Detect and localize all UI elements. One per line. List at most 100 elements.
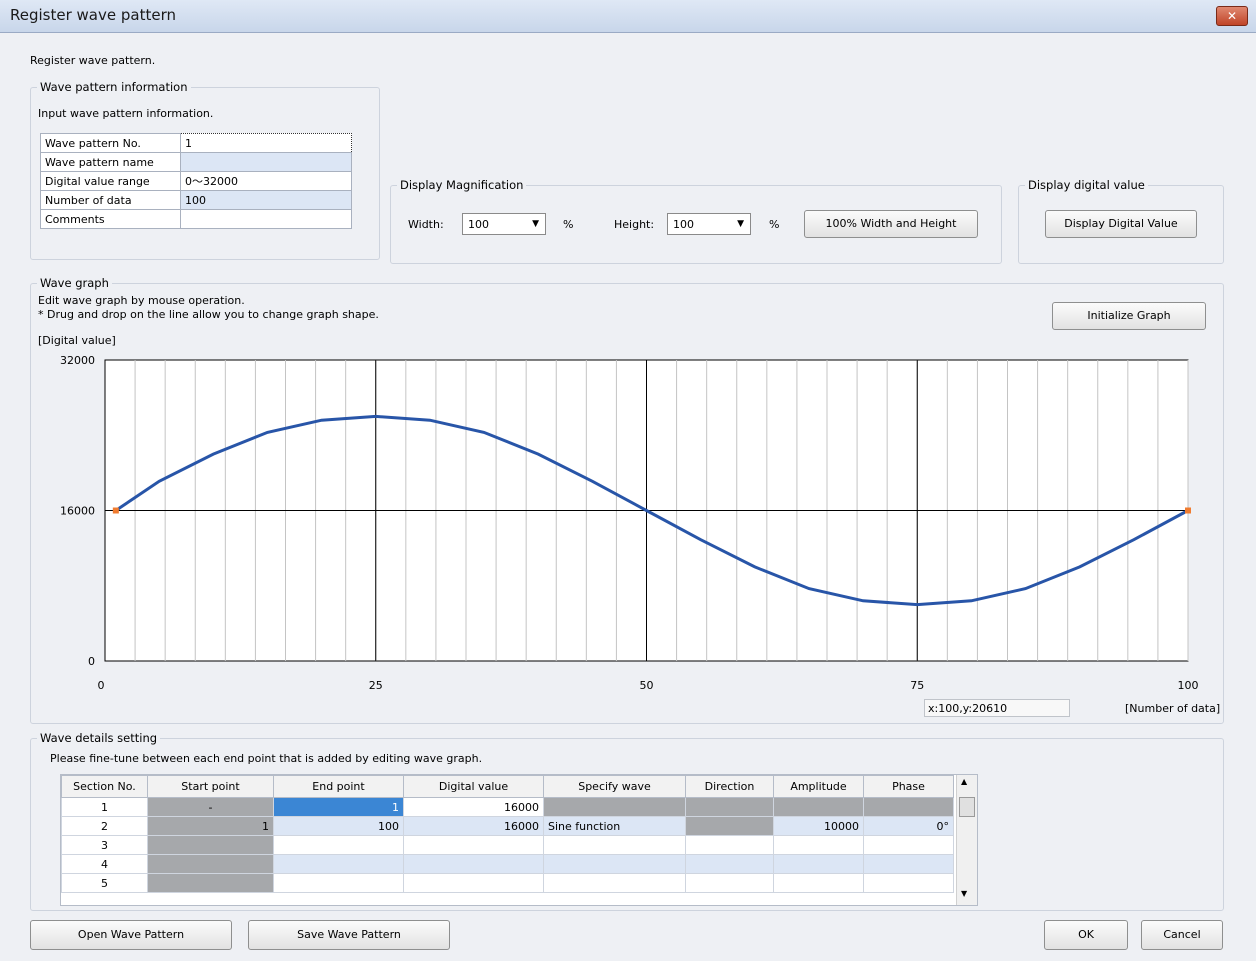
table-row[interactable]: 4 xyxy=(61,854,954,874)
column-header: Direction xyxy=(685,775,774,798)
cell-digital[interactable] xyxy=(403,873,544,893)
wave-pattern-number-field[interactable]: 1 xyxy=(180,133,352,153)
wave-info-legend: Wave pattern information xyxy=(40,80,188,94)
cell-end[interactable] xyxy=(273,854,404,874)
table-header: Section No. Start point End point Digital v… xyxy=(61,775,954,798)
cell-end[interactable] xyxy=(273,835,404,855)
cell-direction[interactable] xyxy=(685,797,774,817)
comments-field[interactable] xyxy=(180,209,352,229)
cell-digital[interactable]: 16000 xyxy=(403,816,544,836)
cell-phase[interactable] xyxy=(863,797,954,817)
width-value: 100 xyxy=(468,218,489,231)
column-header: End point xyxy=(273,775,404,798)
x-tick-label: 0 xyxy=(98,679,105,692)
cell-direction[interactable] xyxy=(685,854,774,874)
x-axis-label: [Number of data] xyxy=(1125,702,1221,715)
y-tick-label: 0 xyxy=(88,655,95,668)
ok-button[interactable]: OK xyxy=(1044,920,1128,950)
table-row[interactable]: 5 xyxy=(61,873,954,893)
initialize-graph-button[interactable]: Initialize Graph xyxy=(1052,302,1206,330)
cell-start[interactable]: 1 xyxy=(147,816,274,836)
close-icon: ✕ xyxy=(1226,9,1238,23)
info-row-comments: Comments xyxy=(40,209,352,229)
end-point-marker xyxy=(112,507,119,514)
scroll-up-icon[interactable]: ▲ xyxy=(961,777,967,786)
width-label: Width: xyxy=(408,218,444,231)
cell-digital[interactable] xyxy=(403,835,544,855)
info-row-name: Wave pattern name xyxy=(40,152,352,172)
width-select[interactable]: 100 ▼ xyxy=(462,213,546,235)
table-row[interactable]: 2 1 100 16000 Sine function 10000 0° xyxy=(61,816,954,836)
wave-details-description: Please fine-tune between each end point … xyxy=(50,752,483,765)
y-tick-label: 32000 xyxy=(60,354,95,367)
end-point-marker xyxy=(1185,507,1191,514)
info-row-range: Digital value range 0～32000 xyxy=(40,171,352,191)
wave-graph-description: Edit wave graph by mouse operation. xyxy=(38,294,245,307)
height-select[interactable]: 100 ▼ xyxy=(667,213,751,235)
scroll-down-icon[interactable]: ▼ xyxy=(961,889,967,898)
wave-graph-legend: Wave graph xyxy=(40,276,109,290)
cell-wave[interactable]: Sine function xyxy=(543,816,686,836)
cell-start[interactable] xyxy=(147,835,274,855)
wave-pattern-name-field[interactable] xyxy=(180,152,352,172)
column-header: Amplitude xyxy=(773,775,864,798)
cell-end[interactable]: 100 xyxy=(273,816,404,836)
table-row[interactable]: 1-1 16000 xyxy=(61,797,954,817)
height-value: 100 xyxy=(673,218,694,231)
cell-amplitude[interactable] xyxy=(773,797,864,817)
cell-direction[interactable] xyxy=(685,816,774,836)
cell-wave[interactable] xyxy=(543,797,686,817)
cell-amplitude[interactable] xyxy=(773,835,864,855)
save-wave-pattern-button[interactable]: Save Wave Pattern xyxy=(248,920,450,950)
cell-digital[interactable] xyxy=(403,854,544,874)
reset-magnification-button[interactable]: 100% Width and Height xyxy=(804,210,978,238)
cell-phase[interactable]: 0° xyxy=(863,816,954,836)
cell-direction[interactable] xyxy=(685,873,774,893)
table-row[interactable]: 3 xyxy=(61,835,954,855)
info-label: Wave pattern No. xyxy=(40,133,181,153)
x-tick-label: 25 xyxy=(369,679,383,692)
x-tick-label: 75 xyxy=(910,679,924,692)
column-header: Digital value xyxy=(403,775,544,798)
number-of-data-field[interactable]: 100 xyxy=(180,190,352,210)
display-digital-value-button[interactable]: Display Digital Value xyxy=(1045,210,1197,238)
cell-wave[interactable] xyxy=(543,873,686,893)
cell-start[interactable]: - xyxy=(147,797,274,817)
cell-start[interactable] xyxy=(147,854,274,874)
info-row-number: Wave pattern No. 1 xyxy=(40,133,352,153)
column-header: Start point xyxy=(147,775,274,798)
cell-wave[interactable] xyxy=(543,835,686,855)
cell-amplitude[interactable]: 10000 xyxy=(773,816,864,836)
cancel-button[interactable]: Cancel xyxy=(1141,920,1223,950)
cell-digital[interactable]: 16000 xyxy=(403,797,544,817)
open-wave-pattern-button[interactable]: Open Wave Pattern xyxy=(30,920,232,950)
magnification-legend: Display Magnification xyxy=(400,178,524,192)
cell-phase[interactable] xyxy=(863,854,954,874)
y-tick-label: 16000 xyxy=(60,505,95,518)
cell-phase[interactable] xyxy=(863,835,954,855)
cell-phase[interactable] xyxy=(863,873,954,893)
scrollbar-thumb[interactable] xyxy=(959,797,975,817)
info-label: Number of data xyxy=(40,190,181,210)
width-unit: % xyxy=(563,218,574,231)
cell-amplitude[interactable] xyxy=(773,854,864,874)
title-bar: Register wave pattern ✕ xyxy=(0,0,1256,33)
cell-start[interactable] xyxy=(147,873,274,893)
wave-chart[interactable]: 0 25 50 75 100 0 16000 32000 xyxy=(40,350,1220,696)
wave-details-legend: Wave details setting xyxy=(40,731,158,745)
cell-end[interactable]: 1 xyxy=(273,797,404,817)
digital-value-range-field[interactable]: 0～32000 xyxy=(180,171,352,191)
column-header: Specify wave xyxy=(543,775,686,798)
cursor-readout: x:100,y:20610 xyxy=(924,699,1070,717)
cell-wave[interactable] xyxy=(543,854,686,874)
chevron-down-icon: ▼ xyxy=(532,219,539,229)
close-button[interactable]: ✕ xyxy=(1216,6,1248,26)
cell-section: 1 xyxy=(61,797,148,817)
vertical-scrollbar[interactable]: ▲ ▼ xyxy=(956,775,977,905)
cell-amplitude[interactable] xyxy=(773,873,864,893)
column-header: Section No. xyxy=(61,775,148,798)
cell-end[interactable] xyxy=(273,873,404,893)
cell-direction[interactable] xyxy=(685,835,774,855)
info-label: Comments xyxy=(40,209,181,229)
info-label: Digital value range xyxy=(40,171,181,191)
